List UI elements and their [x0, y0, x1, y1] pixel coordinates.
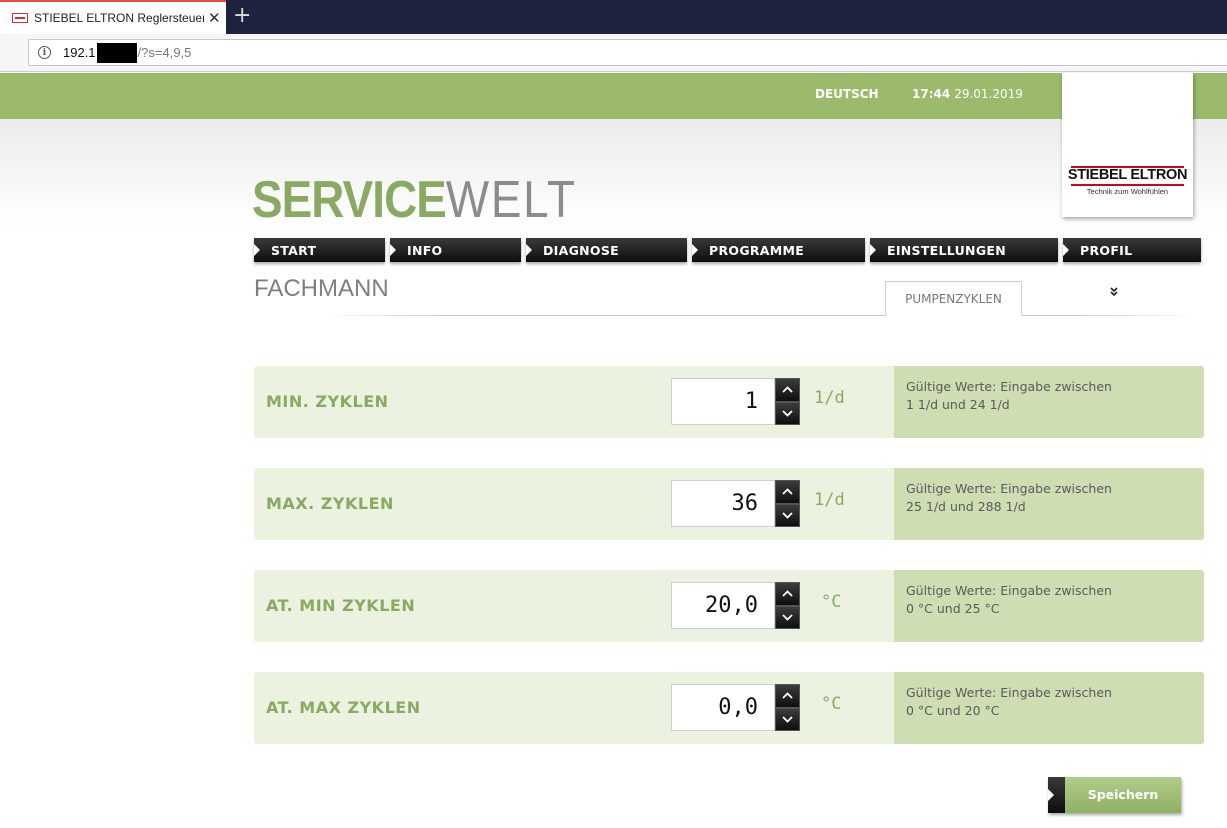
decrement-button[interactable]	[775, 707, 800, 731]
chevron-down-icon	[782, 614, 793, 621]
nav-start[interactable]: START	[254, 238, 385, 262]
page-title: FACHMANN	[254, 275, 389, 302]
header-band	[0, 73, 1227, 119]
valid-range-hint: Gültige Werte: Eingabe zwischen 25 1/d u…	[894, 468, 1204, 540]
param-row-max-zyklen: MAX. ZYKLEN 36 1/d Gültige Werte: Eingab…	[254, 468, 1204, 540]
hint-line: Gültige Werte: Eingabe zwischen	[906, 685, 1112, 700]
header-gradient	[0, 119, 1227, 229]
hint-line: Gültige Werte: Eingabe zwischen	[906, 379, 1112, 394]
hint-line: Gültige Werte: Eingabe zwischen	[906, 583, 1112, 598]
decrement-button[interactable]	[775, 503, 800, 527]
param-row-min-zyklen: MIN. ZYKLEN 1 1/d Gültige Werte: Eingabe…	[254, 366, 1204, 438]
unit-label: °C	[821, 592, 842, 612]
nav-arrow-icon	[692, 244, 698, 256]
param-row-at-max-zyklen: AT. MAX ZYKLEN 0,0 °C Gültige Werte: Ein…	[254, 672, 1204, 744]
value-input[interactable]: 20,0	[671, 582, 775, 629]
new-tab-icon[interactable]: +	[233, 4, 251, 28]
chevron-down-icon	[782, 410, 793, 417]
valid-range-hint: Gültige Werte: Eingabe zwischen 0 °C und…	[894, 570, 1204, 642]
url-host: 192.1	[63, 45, 96, 60]
chevron-up-icon	[782, 692, 793, 699]
hint-range: 25 1/d und 288 1/d	[906, 499, 1026, 514]
tab-title: STIEBEL ELTRON Reglersteuerung	[34, 11, 204, 25]
nav-arrow-icon	[870, 244, 876, 256]
clock: 17:44 29.01.2019	[912, 87, 1023, 101]
chevron-double-down-icon[interactable]	[1110, 287, 1118, 301]
unit-label: °C	[821, 694, 842, 714]
value-stepper	[775, 684, 800, 731]
nav-arrow-icon	[1063, 244, 1069, 256]
logo-tagline: Technik zum Wohlfühlen	[1086, 187, 1169, 196]
decrement-button[interactable]	[775, 605, 800, 629]
increment-button[interactable]	[775, 378, 800, 402]
redacted-url-part	[96, 42, 137, 63]
nav-arrow-icon	[526, 244, 532, 256]
decrement-button[interactable]	[775, 401, 800, 425]
nav-label: EINSTELLUNGEN	[887, 242, 1006, 258]
save-arrow-icon	[1048, 777, 1065, 813]
browser-tab[interactable]: STIEBEL ELTRON Reglersteuerung ✕	[0, 0, 226, 34]
nav-diagnose[interactable]: DIAGNOSE	[526, 238, 687, 262]
unit-label: 1/d	[814, 388, 845, 408]
valid-range-hint: Gültige Werte: Eingabe zwischen 0 °C und…	[894, 672, 1204, 744]
nav-einstellungen[interactable]: EINSTELLUNGEN	[870, 238, 1058, 262]
logo-name: STIEBEL ELTRON	[1067, 167, 1188, 183]
param-label: AT. MIN ZYKLEN	[266, 596, 416, 615]
brand-service: SERVICE	[252, 171, 447, 229]
url-field[interactable]: i 192.1 /?s=4,9,5	[28, 39, 1227, 66]
value-input[interactable]: 1	[671, 378, 775, 425]
site-favicon-icon	[12, 13, 28, 23]
chevron-down-icon	[782, 716, 793, 723]
value-stepper	[775, 582, 800, 629]
chevron-up-icon	[782, 386, 793, 393]
value-input[interactable]: 36	[671, 480, 775, 527]
param-row-at-min-zyklen: AT. MIN ZYKLEN 20,0 °C Gültige Werte: Ei…	[254, 570, 1204, 642]
hint-line: Gültige Werte: Eingabe zwischen	[906, 481, 1112, 496]
clock-time: 17:44	[912, 87, 951, 101]
valid-range-hint: Gültige Werte: Eingabe zwischen 1 1/d un…	[894, 366, 1204, 438]
logo-rule-bottom	[1071, 184, 1184, 186]
close-tab-icon[interactable]: ✕	[208, 9, 221, 27]
servicewelt-brand: SERVICEWELT	[252, 170, 577, 230]
chevron-down-icon	[782, 512, 793, 519]
nav-arrow-icon	[254, 244, 260, 256]
url-path: /?s=4,9,5	[137, 45, 192, 60]
increment-button[interactable]	[775, 684, 800, 708]
nav-arrow-icon	[390, 244, 396, 256]
nav-info[interactable]: INFO	[390, 238, 521, 262]
unit-label: 1/d	[814, 490, 845, 510]
value-input[interactable]: 0,0	[671, 684, 775, 731]
increment-button[interactable]	[775, 480, 800, 504]
param-label: MAX. ZYKLEN	[266, 494, 394, 513]
save-button[interactable]: Speichern	[1048, 777, 1181, 813]
tab-pumpenzyklen[interactable]: PUMPENZYKLEN	[885, 281, 1022, 316]
language-selector[interactable]: DEUTSCH	[815, 87, 879, 101]
nav-profil[interactable]: PROFIL	[1063, 238, 1201, 262]
nav-label: INFO	[407, 242, 443, 258]
nav-label: START	[271, 242, 317, 258]
nav-label: DIAGNOSE	[543, 242, 619, 258]
value-stepper	[775, 480, 800, 527]
increment-button[interactable]	[775, 582, 800, 606]
browser-tab-bar: STIEBEL ELTRON Reglersteuerung ✕ +	[0, 0, 1227, 34]
hint-range: 0 °C und 20 °C	[906, 703, 1000, 718]
chevron-up-icon	[782, 488, 793, 495]
nav-programme[interactable]: PROGRAMME	[692, 238, 865, 262]
address-bar: i 192.1 /?s=4,9,5	[0, 34, 1227, 72]
clock-date: 29.01.2019	[954, 87, 1023, 101]
info-icon[interactable]: i	[38, 46, 51, 59]
hint-range: 1 1/d und 24 1/d	[906, 397, 1010, 412]
nav-label: PROGRAMME	[709, 242, 805, 258]
value-stepper	[775, 378, 800, 425]
param-label: AT. MAX ZYKLEN	[266, 698, 421, 717]
title-divider	[320, 315, 1200, 316]
param-label: MIN. ZYKLEN	[266, 392, 389, 411]
chevron-up-icon	[782, 590, 793, 597]
stiebel-eltron-logo: STIEBEL ELTRON Technik zum Wohlfühlen	[1062, 73, 1193, 217]
hint-range: 0 °C und 25 °C	[906, 601, 1000, 616]
save-label: Speichern	[1087, 787, 1159, 802]
brand-welt: WELT	[445, 171, 577, 229]
nav-label: PROFIL	[1080, 242, 1133, 258]
